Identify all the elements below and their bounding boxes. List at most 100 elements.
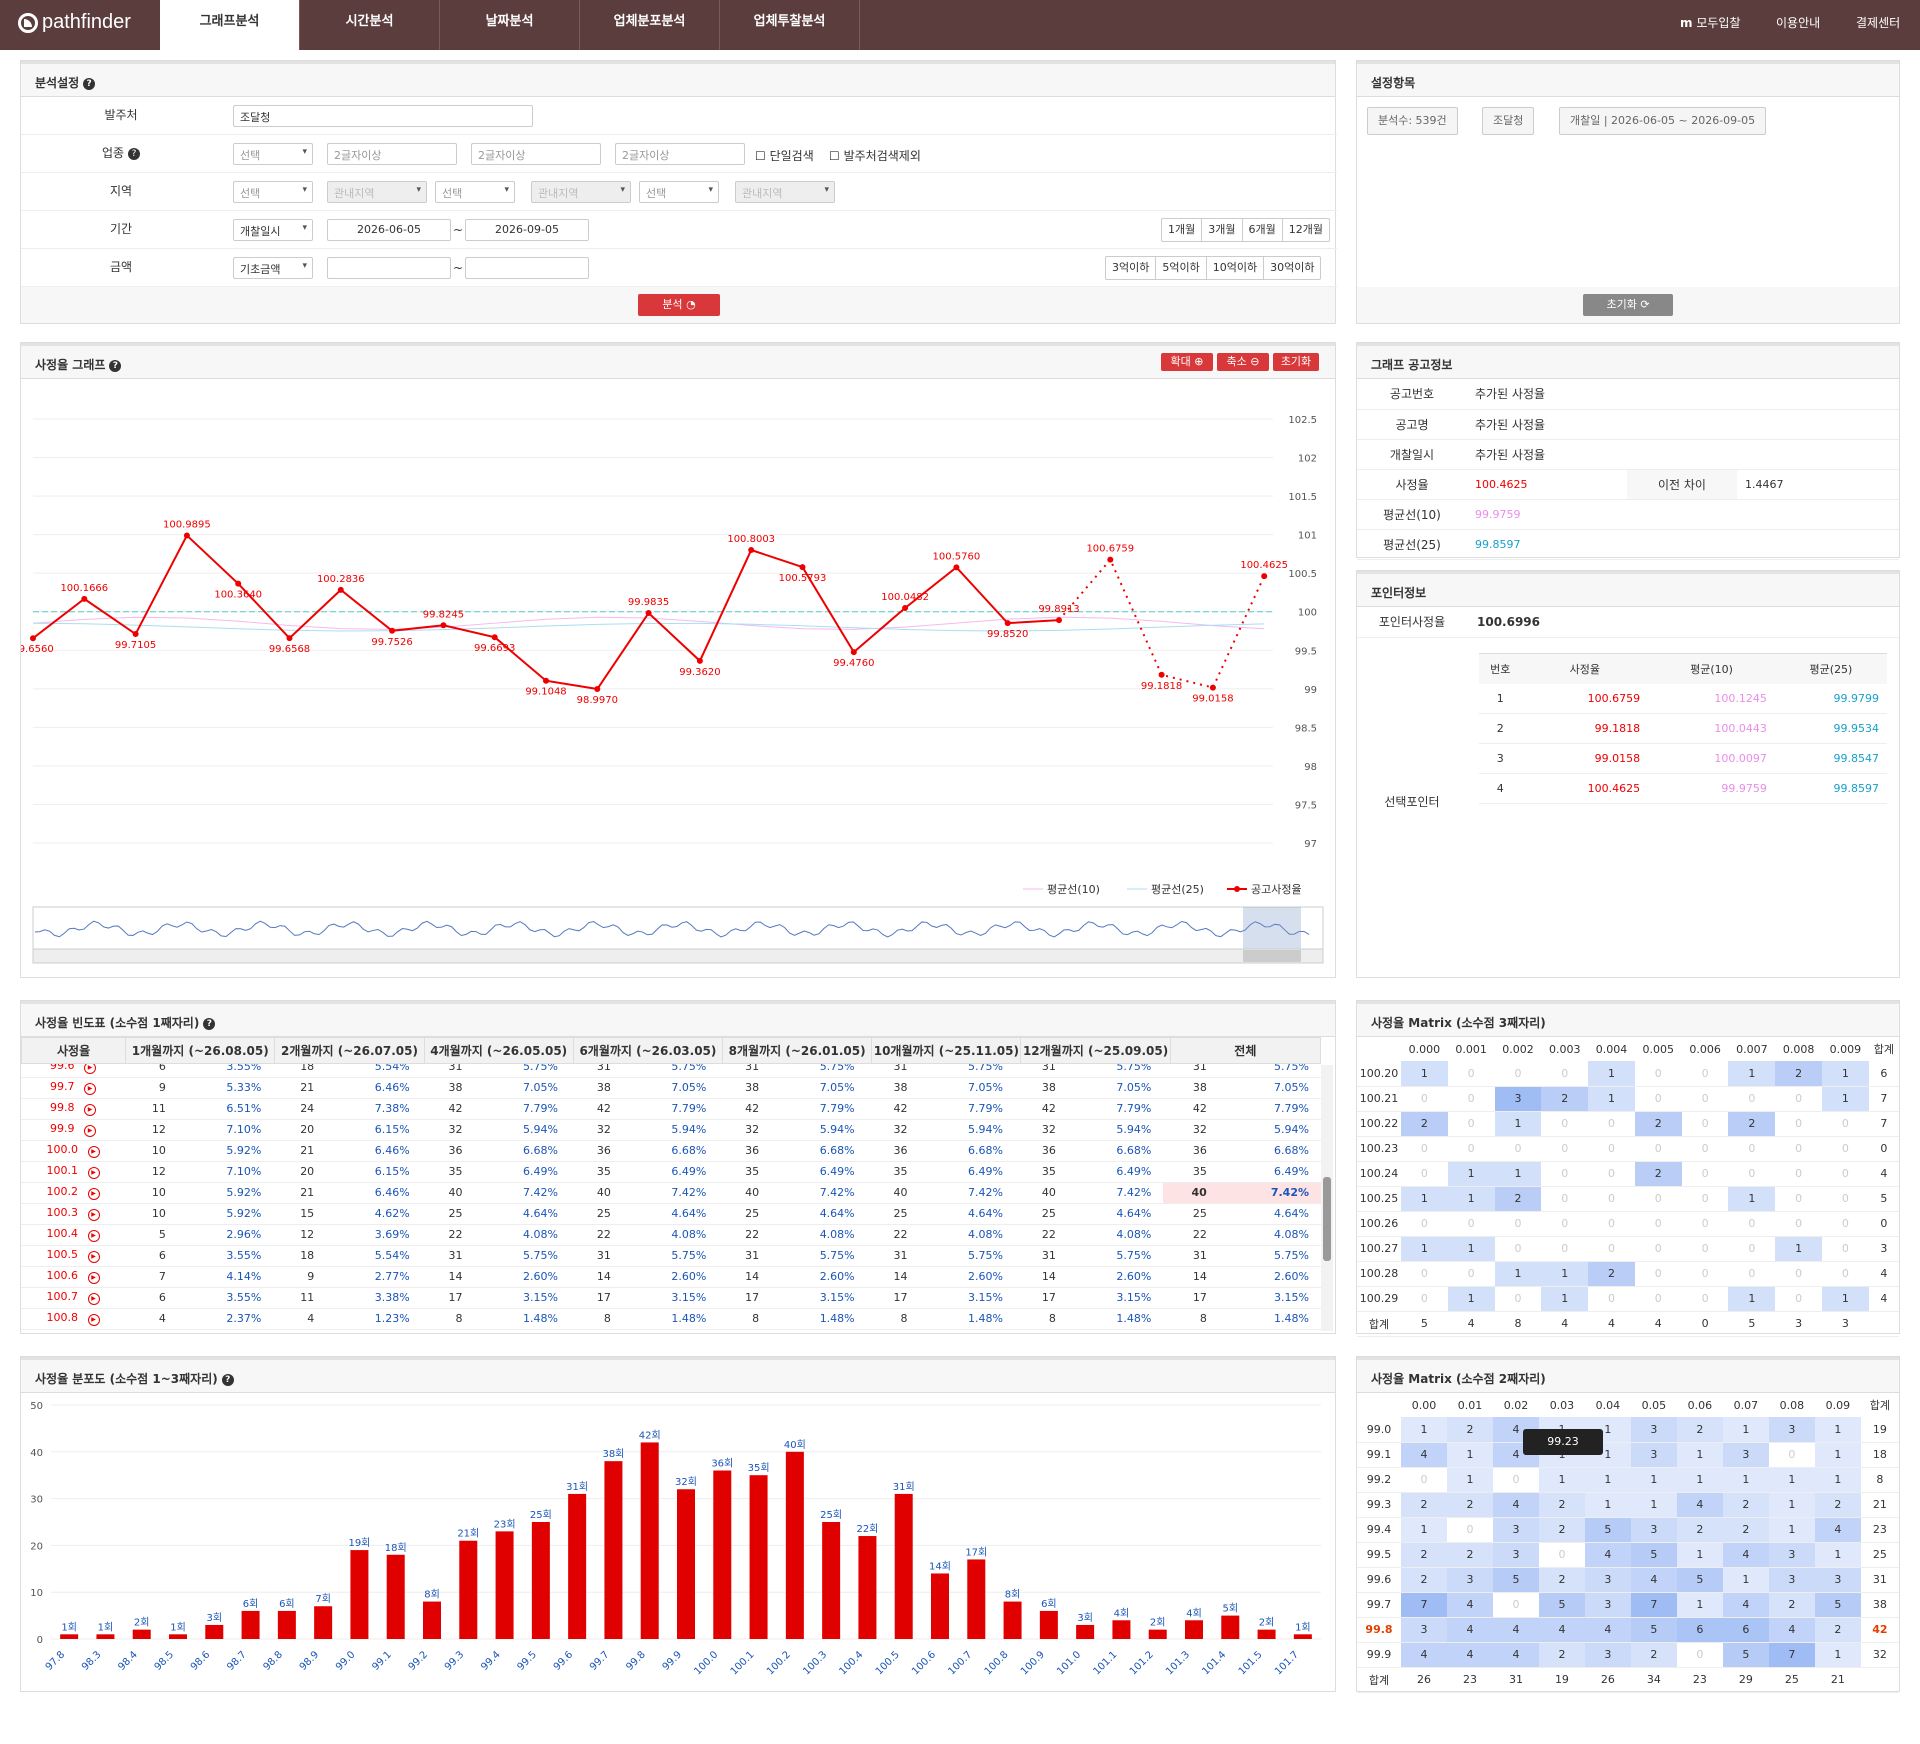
matrix-cell[interactable]: 0 (1447, 1136, 1495, 1162)
matrix-cell[interactable]: 2 (1775, 1061, 1823, 1087)
pointer-row[interactable]: 4 100.4625 99.9759 99.8597 (1479, 773, 1887, 804)
industry-text-2[interactable]: 2글자이상 (471, 143, 601, 165)
matrix-cell[interactable]: 1 (1446, 1467, 1493, 1493)
matrix-cell[interactable]: 7 (1630, 1592, 1677, 1618)
matrix-cell[interactable]: 3 (1768, 1417, 1815, 1443)
play-icon[interactable]: ▶ (87, 1293, 100, 1305)
matrix-cell[interactable]: 2 (1814, 1617, 1861, 1643)
matrix-cell[interactable]: 0 (1401, 1286, 1448, 1312)
matrix-cell[interactable]: 2 (1768, 1592, 1815, 1618)
matrix-cell[interactable]: 0 (1634, 1061, 1682, 1087)
zoom-out-button[interactable]: 축소 ⊖ (1217, 353, 1269, 371)
matrix-cell[interactable]: 0 (1681, 1286, 1729, 1312)
matrix-cell[interactable]: 5 (1584, 1517, 1631, 1543)
play-icon[interactable]: ▶ (87, 1230, 100, 1242)
matrix-cell[interactable]: 0 (1541, 1186, 1589, 1212)
matrix-cell[interactable]: 2 (1588, 1261, 1635, 1287)
matrix-cell[interactable]: 2 (1401, 1542, 1447, 1568)
play-icon[interactable]: ▶ (87, 1272, 100, 1284)
freq-row[interactable]: 100.0 ▶ 10 5.92% 21 6.46% 36 6.68% 36 6.68% 36 6.6… (21, 1140, 1321, 1162)
matrix-cell[interactable]: 1 (1768, 1467, 1815, 1493)
matrix-cell[interactable]: 0 (1775, 1186, 1823, 1212)
region-sub-1[interactable]: 관내지역 (327, 181, 427, 203)
matrix-cell[interactable]: 1 (1728, 1061, 1776, 1087)
matrix-cell[interactable]: 0 (1775, 1136, 1823, 1162)
play-icon[interactable]: ▶ (87, 1251, 100, 1263)
matrix-cell[interactable]: 0 (1681, 1136, 1729, 1162)
freq-row[interactable]: 100.4 ▶ 5 2.96% 12 3.69% 22 4.08% 22 4.08% 22 4.08… (21, 1224, 1321, 1246)
matrix-cell[interactable]: 1 (1401, 1236, 1448, 1262)
matrix-cell[interactable]: 0 (1775, 1261, 1823, 1287)
matrix-cell[interactable]: 1 (1401, 1061, 1448, 1087)
matrix-cell[interactable]: 1 (1822, 1061, 1869, 1087)
matrix-cell[interactable]: 0 (1822, 1136, 1869, 1162)
matrix-cell[interactable]: 4 (1401, 1442, 1447, 1468)
matrix-cell[interactable]: 1 (1447, 1236, 1495, 1262)
matrix-cell[interactable]: 0 (1775, 1086, 1823, 1112)
btn-1m[interactable]: 1개월 (1162, 219, 1203, 241)
matrix-cell[interactable]: 0 (1494, 1061, 1542, 1087)
matrix-cell[interactable]: 1 (1814, 1442, 1861, 1468)
freq-row[interactable]: 100.1 ▶ 12 7.10% 20 6.15% 35 6.49% 35 6.49% 35 6.4… (21, 1161, 1321, 1183)
matrix-cell[interactable]: 4 (1538, 1617, 1585, 1643)
matrix-cell[interactable]: 1 (1401, 1517, 1447, 1543)
link-guide[interactable]: 이용안내 (1776, 14, 1820, 31)
matrix-cell[interactable]: 2 (1446, 1417, 1493, 1443)
matrix-cell[interactable]: 0 (1401, 1136, 1448, 1162)
date-from[interactable]: 2026-06-05 (327, 219, 451, 241)
exclude-client-checkbox[interactable]: ☐ 발주처검색제외 (829, 147, 921, 164)
freq-row[interactable]: 99.6 ▶ 6 3.55% 18 5.54% 31 5.75% 31 5.75% 31 5.75%… (21, 1064, 1321, 1078)
matrix-cell[interactable]: 0 (1588, 1236, 1635, 1262)
matrix-cell[interactable]: 0 (1822, 1211, 1869, 1237)
matrix-cell[interactable]: 1 (1676, 1542, 1723, 1568)
matrix-cell[interactable]: 0 (1681, 1111, 1729, 1137)
matrix-cell[interactable]: 2 (1538, 1567, 1585, 1593)
btn-3m[interactable]: 3개월 (1202, 219, 1243, 241)
pointer-row[interactable]: 2 99.1818 100.0443 99.9534 (1479, 713, 1887, 744)
matrix-cell[interactable]: 3 (1446, 1567, 1493, 1593)
matrix-cell[interactable]: 1 (1588, 1086, 1635, 1112)
industry-text-3[interactable]: 2글자이상 (615, 143, 745, 165)
pointer-row[interactable]: 3 99.0158 100.0097 99.8547 (1479, 743, 1887, 774)
matrix-cell[interactable]: 5 (1630, 1617, 1677, 1643)
play-icon[interactable]: ▶ (84, 1064, 96, 1074)
matrix-cell[interactable]: 1 (1768, 1492, 1815, 1518)
freq-row[interactable]: 100.2 ▶ 10 5.92% 21 6.46% 40 7.42% 40 7.42% 40 7.4… (21, 1182, 1321, 1204)
matrix-cell[interactable]: 1 (1494, 1111, 1542, 1137)
matrix-cell[interactable]: 0 (1588, 1211, 1635, 1237)
matrix-cell[interactable]: 0 (1728, 1086, 1776, 1112)
matrix-cell[interactable]: 4 (1584, 1617, 1631, 1643)
matrix-cell[interactable]: 1 (1446, 1442, 1493, 1468)
link-modu[interactable]: m 모두입찰 (1680, 14, 1741, 31)
matrix-cell[interactable]: 2 (1401, 1567, 1447, 1593)
industry-select[interactable]: 선택 (233, 143, 313, 165)
matrix-cell[interactable]: 4 (1676, 1492, 1723, 1518)
matrix-cell[interactable]: 4 (1584, 1542, 1631, 1568)
matrix-cell[interactable]: 2 (1676, 1417, 1723, 1443)
matrix-cell[interactable]: 4 (1492, 1642, 1539, 1668)
matrix-cell[interactable]: 0 (1446, 1517, 1493, 1543)
matrix-cell[interactable]: 0 (1588, 1286, 1635, 1312)
matrix-cell[interactable]: 3 (1584, 1592, 1631, 1618)
matrix-cell[interactable]: 0 (1588, 1136, 1635, 1162)
matrix-cell[interactable]: 0 (1822, 1261, 1869, 1287)
region-select-1[interactable]: 선택 (233, 181, 313, 203)
matrix-cell[interactable]: 1 (1822, 1086, 1869, 1112)
matrix-cell[interactable]: 1 (1494, 1161, 1542, 1187)
play-icon[interactable]: ▶ (87, 1209, 100, 1221)
matrix-cell[interactable]: 1 (1728, 1186, 1776, 1212)
matrix-cell[interactable]: 0 (1401, 1161, 1448, 1187)
matrix-cell[interactable]: 0 (1681, 1186, 1729, 1212)
freq-row[interactable]: 100.5 ▶ 6 3.55% 18 5.54% 31 5.75% 31 5.75% 31 5.75… (21, 1245, 1321, 1267)
matrix-cell[interactable]: 0 (1494, 1236, 1542, 1262)
matrix-cell[interactable]: 0 (1588, 1111, 1635, 1137)
matrix-cell[interactable]: 1 (1814, 1467, 1861, 1493)
region-sub-2[interactable]: 관내지역 (531, 181, 631, 203)
matrix-cell[interactable]: 1 (1630, 1492, 1677, 1518)
matrix-cell[interactable]: 0 (1681, 1061, 1729, 1087)
matrix-cell[interactable]: 1 (1814, 1417, 1861, 1443)
matrix-cell[interactable]: 0 (1728, 1161, 1776, 1187)
matrix-cell[interactable]: 4 (1492, 1492, 1539, 1518)
matrix-cell[interactable]: 0 (1634, 1211, 1682, 1237)
region-select-2[interactable]: 선택 (435, 181, 515, 203)
